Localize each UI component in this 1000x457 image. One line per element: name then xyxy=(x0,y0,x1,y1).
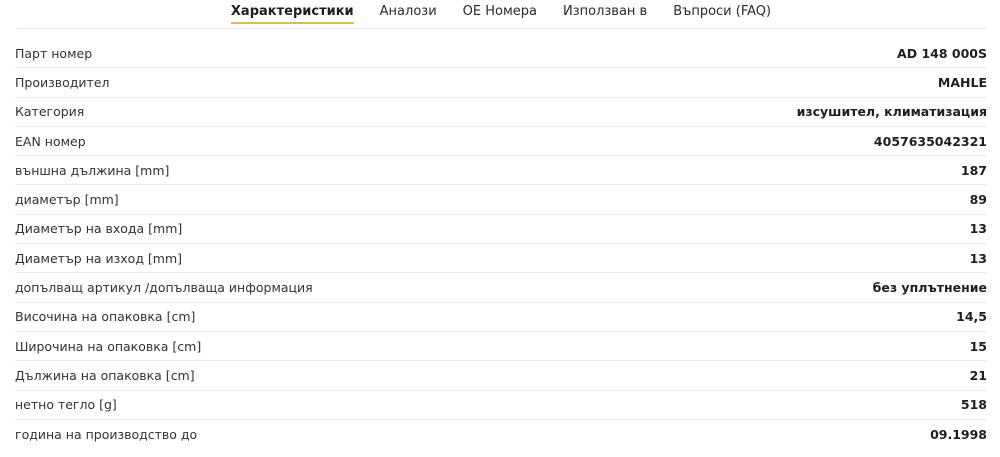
spec-row-inlet-diameter: Диаметър на входа [mm] 13 xyxy=(15,215,987,245)
spec-row-package-width: Широчина на опаковка [cm] 15 xyxy=(15,332,987,362)
spec-label: Височина на опаковка [cm] xyxy=(15,309,196,325)
spec-label: Производител xyxy=(15,74,110,90)
tab-bar: Характеристики Аналози ОЕ Номера Използв… xyxy=(2,0,1000,30)
spec-label: Категория xyxy=(15,104,85,120)
spec-value: MAHLE xyxy=(937,74,987,90)
spec-row-package-height: Височина на опаковка [cm] 14,5 xyxy=(15,303,987,332)
spec-label: Парт номер xyxy=(15,45,93,61)
spec-label: външна дължина [mm] xyxy=(15,162,170,178)
spec-row-part-number: Парт номер AD 148 000S xyxy=(15,39,987,69)
spec-label: година на производство до xyxy=(15,427,198,442)
spec-label: EAN номер xyxy=(15,133,86,149)
spec-row-category: Категория изсушител, климатизация xyxy=(15,98,987,127)
spec-value: 187 xyxy=(960,162,987,178)
spec-label: Широчина на опаковка [cm] xyxy=(15,338,202,354)
spec-row-ean: EAN номер 4057635042321 xyxy=(15,127,987,157)
spec-row-net-weight: нетно тегло [g] 518 xyxy=(15,391,987,420)
spec-row-production-year-to: година на производство до 09.1998 xyxy=(15,420,987,449)
spec-label: Диаметър на изход [mm] xyxy=(15,250,183,266)
tab-oe-numbers[interactable]: ОЕ Номера xyxy=(463,0,537,24)
tab-faq[interactable]: Въпроси (FAQ) xyxy=(673,0,771,24)
spec-value: 13 xyxy=(969,221,987,237)
spec-label: Дължина на опаковка [cm] xyxy=(15,367,195,383)
spec-value: 4057635042321 xyxy=(873,133,987,149)
tab-analogs[interactable]: Аналози xyxy=(380,0,437,24)
spec-value: 09.1998 xyxy=(930,427,987,442)
tab-used-in[interactable]: Използван в xyxy=(563,0,647,24)
spec-label: диаметър [mm] xyxy=(15,192,119,208)
spec-label: допълващ артикул /допълваща информация xyxy=(15,280,313,296)
spec-value: без уплътнение xyxy=(872,280,987,296)
spec-row-manufacturer: Производител MAHLE xyxy=(15,68,987,98)
tab-characteristics[interactable]: Характеристики xyxy=(230,0,354,24)
spec-row-diameter: диаметър [mm] 89 xyxy=(15,185,987,215)
spec-value: AD 148 000S xyxy=(897,45,987,61)
spec-row-package-length: Дължина на опаковка [cm] 21 xyxy=(15,361,987,391)
spec-value: 14,5 xyxy=(956,309,987,325)
spec-row-outer-length: външна дължина [mm] 187 xyxy=(15,156,987,186)
spec-label: Диаметър на входа [mm] xyxy=(15,221,183,237)
spec-value: 21 xyxy=(969,367,987,383)
spec-value: 518 xyxy=(960,397,987,413)
spec-label: нетно тегло [g] xyxy=(15,397,117,413)
spec-value: изсушител, климатизация xyxy=(796,104,987,120)
spec-row-outlet-diameter: Диаметър на изход [mm] 13 xyxy=(15,244,987,274)
spec-value: 13 xyxy=(969,250,987,266)
tabs-divider xyxy=(17,28,987,29)
spec-value: 15 xyxy=(969,338,987,354)
specifications-table: Парт номер AD 148 000S Производител MAHL… xyxy=(15,39,987,449)
spec-value: 89 xyxy=(969,192,987,208)
spec-row-additional-info: допълващ артикул /допълваща информация б… xyxy=(15,273,987,303)
